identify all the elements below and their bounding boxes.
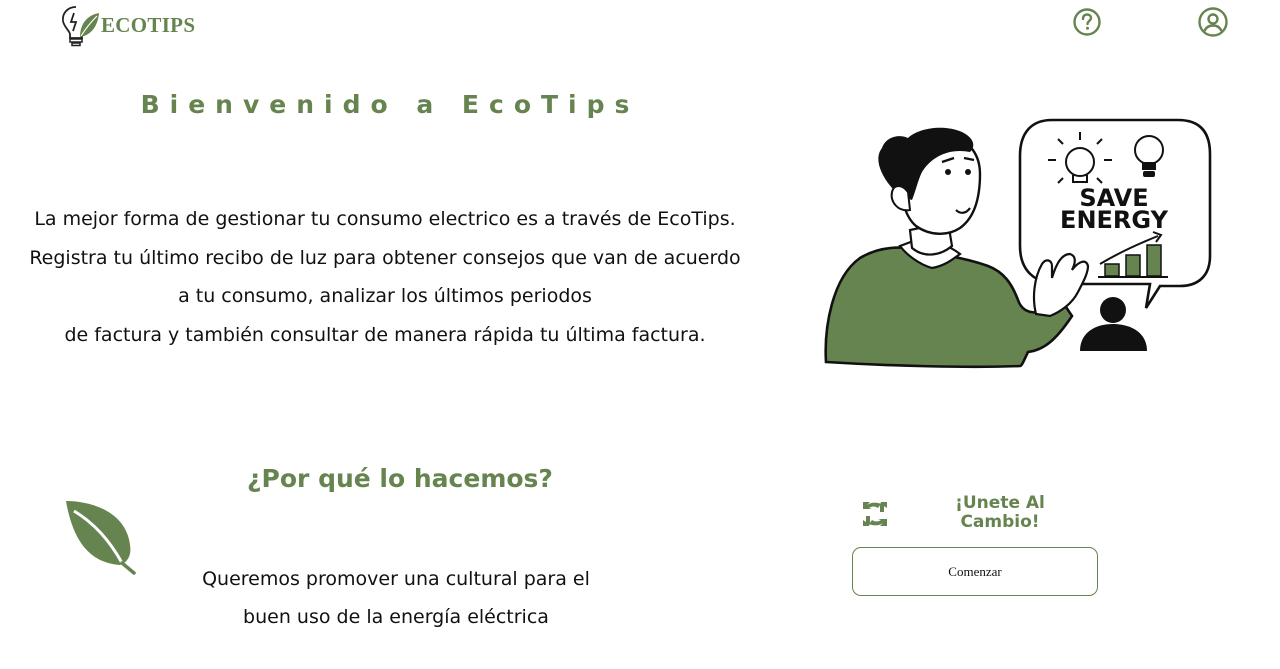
start-button[interactable]: Comenzar xyxy=(852,547,1098,596)
why-line: buen uso de la energía eléctrica xyxy=(243,606,549,628)
recycle-icon xyxy=(863,502,887,526)
leaf-icon xyxy=(66,501,136,575)
question-circle-icon xyxy=(1073,8,1101,36)
user-circle-icon xyxy=(1198,7,1228,37)
join-line: ¡Unete Al xyxy=(955,493,1045,513)
help-button[interactable] xyxy=(1071,6,1103,38)
intro-line: de factura y también consultar de manera… xyxy=(64,323,706,346)
join-line: Cambio! xyxy=(960,512,1040,532)
illustration-energy-text: ENERGY xyxy=(1060,206,1169,234)
intro-line: Registra tu último recibo de luz para ob… xyxy=(29,246,741,269)
why-line: Queremos promover una cultural para el xyxy=(202,568,590,590)
brand-name: ECOTIPS xyxy=(101,12,196,37)
why-paragraph: Queremos promover una cultural para el b… xyxy=(160,560,632,636)
why-heading: ¿Por qué lo hacemos? xyxy=(247,464,553,493)
profile-button[interactable] xyxy=(1197,6,1229,38)
brand-logo[interactable]: ECOTIPS xyxy=(60,3,200,47)
save-energy-illustration: SAVE ENERGY xyxy=(824,118,1212,369)
intro-paragraph: La mejor forma de gestionar tu consumo e… xyxy=(20,200,750,354)
join-heading: ¡Unete Al Cambio! xyxy=(930,494,1070,532)
intro-line: La mejor forma de gestionar tu consumo e… xyxy=(34,208,736,230)
lightbulb-leaf-icon xyxy=(62,6,99,47)
intro-line: a tu consumo, analizar los últimos perio… xyxy=(178,285,592,307)
welcome-heading: Bienvenido a EcoTips xyxy=(140,90,640,119)
